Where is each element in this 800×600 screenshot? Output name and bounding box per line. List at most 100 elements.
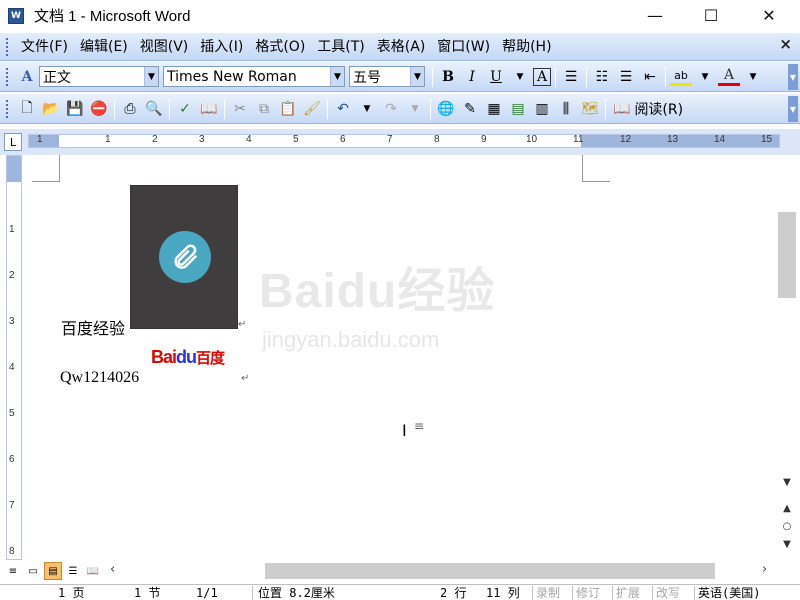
drawing-icon[interactable]: ⫼ xyxy=(555,98,577,120)
scroll-left-icon[interactable]: ‹ xyxy=(110,562,115,577)
menu-view[interactable]: 视图(V) xyxy=(134,36,195,58)
separator xyxy=(665,66,666,87)
menu-file[interactable]: 文件(F) xyxy=(15,36,74,58)
document-text-line[interactable]: Qw1214026 xyxy=(60,369,139,387)
menu-insert[interactable]: 插入(I) xyxy=(194,36,249,58)
word-app-icon[interactable]: W xyxy=(8,7,24,24)
open-folder-icon[interactable]: 📂 xyxy=(40,98,62,120)
status-page[interactable]: 1 页 xyxy=(58,585,84,600)
close-button[interactable]: ✕ xyxy=(746,0,792,31)
document-close-button[interactable]: × xyxy=(779,35,792,53)
baidu-logo[interactable]: Baidu百度 xyxy=(151,347,225,368)
underline-dropdown-icon[interactable]: ▼ xyxy=(509,66,531,88)
toolbar-grip[interactable] xyxy=(6,67,9,86)
styles-pane-icon[interactable]: A xyxy=(16,66,38,88)
document-text-line[interactable]: 百度经验 xyxy=(61,315,125,339)
redo-icon[interactable]: ↷ xyxy=(380,98,402,120)
read-button[interactable]: 📖 阅读(R) xyxy=(613,99,683,119)
new-document-icon[interactable]: 🗋 xyxy=(16,98,38,120)
outline-view-icon[interactable]: ☰ xyxy=(64,562,82,580)
menu-help[interactable]: 帮助(H) xyxy=(496,36,557,58)
align-center-icon[interactable]: ☰ xyxy=(560,66,582,88)
columns-icon[interactable]: ▥ xyxy=(531,98,553,120)
save-icon[interactable]: 💾 xyxy=(64,98,86,120)
document-map-icon[interactable]: 🗺 xyxy=(579,98,601,120)
reading-view-icon[interactable]: 📖 xyxy=(84,562,102,580)
print-preview-icon[interactable]: 🔍 xyxy=(143,98,165,120)
ruler-margin-right xyxy=(581,135,779,147)
font-combo[interactable]: Times New Roman ▼ xyxy=(163,66,345,87)
status-column[interactable]: 11 列 xyxy=(486,585,520,600)
status-ext[interactable]: 扩展 xyxy=(616,585,640,600)
status-section[interactable]: 1 节 xyxy=(134,585,160,600)
numbering-icon[interactable]: ☷ xyxy=(591,66,613,88)
tables-borders-icon[interactable]: ✎ xyxy=(459,98,481,120)
undo-icon[interactable]: ↶ xyxy=(332,98,354,120)
highlight-button[interactable]: ab xyxy=(670,68,692,86)
menu-table[interactable]: 表格(A) xyxy=(371,36,432,58)
baidu-logo-du: du xyxy=(176,347,197,367)
font-value: Times New Roman xyxy=(167,68,297,85)
horizontal-ruler[interactable]: 1 1 2 3 4 5 6 7 8 9 10 11 12 13 14 15 xyxy=(28,134,780,148)
undo-dropdown-icon[interactable]: ▼ xyxy=(356,98,378,120)
size-combo[interactable]: 五号 ▼ xyxy=(349,66,425,87)
font-color-dropdown-icon[interactable]: ▼ xyxy=(742,66,764,88)
maximize-button[interactable]: ☐ xyxy=(688,0,734,31)
decrease-indent-icon[interactable]: ⇤ xyxy=(639,66,661,88)
italic-button[interactable]: I xyxy=(461,66,483,88)
status-line[interactable]: 2 行 xyxy=(440,585,466,600)
menu-format[interactable]: 格式(O) xyxy=(249,36,311,58)
status-page-of[interactable]: 1/1 xyxy=(196,585,218,600)
redo-dropdown-icon[interactable]: ▼ xyxy=(404,98,426,120)
minimize-button[interactable]: — xyxy=(632,0,678,31)
horizontal-scroll-thumb[interactable] xyxy=(265,563,715,579)
document-page[interactable]: Baidu经验 jingyan.baidu.com ↵ 百度经验 Qw12140… xyxy=(26,155,776,559)
style-combo[interactable]: 正文 ▼ xyxy=(39,66,159,87)
chevron-down-icon[interactable]: ▼ xyxy=(144,67,158,86)
insert-table-icon[interactable]: ▦ xyxy=(483,98,505,120)
web-view-icon[interactable]: ▭ xyxy=(24,562,42,580)
print-layout-icon[interactable]: ▤ xyxy=(44,562,62,580)
spelling-icon[interactable]: ✓ xyxy=(174,98,196,120)
char-border-button[interactable]: A xyxy=(533,67,551,86)
status-language[interactable]: 英语(美国) xyxy=(698,585,760,600)
underline-button[interactable]: U xyxy=(485,66,507,88)
format-painter-icon[interactable]: 🖌 xyxy=(301,98,323,120)
vertical-scrollbar[interactable]: ▼ ▲ ○ ▼ xyxy=(776,155,798,560)
status-trk[interactable]: 修订 xyxy=(576,585,600,600)
select-browse-object-icon[interactable]: ○ xyxy=(779,521,795,532)
status-ovr[interactable]: 改写 xyxy=(656,585,680,600)
paste-icon[interactable]: 📋 xyxy=(277,98,299,120)
hyperlink-icon[interactable]: 🌐 xyxy=(435,98,457,120)
highlight-dropdown-icon[interactable]: ▼ xyxy=(694,66,716,88)
menu-window[interactable]: 窗口(W) xyxy=(431,36,496,58)
normal-view-icon[interactable]: ≡ xyxy=(4,562,22,580)
menubar-grip[interactable] xyxy=(6,37,9,56)
status-rec[interactable]: 录制 xyxy=(536,585,560,600)
chevron-down-icon[interactable]: ▼ xyxy=(330,67,344,86)
permission-icon[interactable]: ⛔ xyxy=(88,98,110,120)
chevron-down-icon[interactable]: ▼ xyxy=(410,67,424,86)
scroll-right-icon[interactable]: › xyxy=(762,562,767,577)
research-icon[interactable]: 📖 xyxy=(198,98,220,120)
scroll-thumb[interactable] xyxy=(778,212,796,298)
tab-selector[interactable]: L xyxy=(4,133,22,151)
bullets-icon[interactable]: ☰ xyxy=(615,66,637,88)
menu-edit[interactable]: 编辑(E) xyxy=(74,36,134,58)
print-icon[interactable]: ⎙ xyxy=(119,98,141,120)
scroll-down-icon[interactable]: ▼ xyxy=(779,477,795,488)
previous-page-icon[interactable]: ▲ xyxy=(779,503,795,514)
toolbar-grip[interactable] xyxy=(6,99,9,118)
toolbar-options-icon[interactable]: ▼ xyxy=(788,96,798,122)
status-position[interactable]: 位置 8.2厘米 xyxy=(258,585,335,600)
cut-icon[interactable]: ✂ xyxy=(229,98,251,120)
inserted-image[interactable] xyxy=(130,185,238,329)
font-color-button[interactable]: A xyxy=(718,67,740,86)
bold-button[interactable]: B xyxy=(437,66,459,88)
menu-tools[interactable]: 工具(T) xyxy=(311,36,370,58)
copy-icon[interactable]: ⧉ xyxy=(253,98,275,120)
toolbar-options-icon[interactable]: ▼ xyxy=(788,64,798,90)
vertical-ruler[interactable]: 1 2 3 4 5 6 7 8 xyxy=(6,155,22,560)
insert-excel-icon[interactable]: ▤ xyxy=(507,98,529,120)
next-page-icon[interactable]: ▼ xyxy=(779,539,795,550)
